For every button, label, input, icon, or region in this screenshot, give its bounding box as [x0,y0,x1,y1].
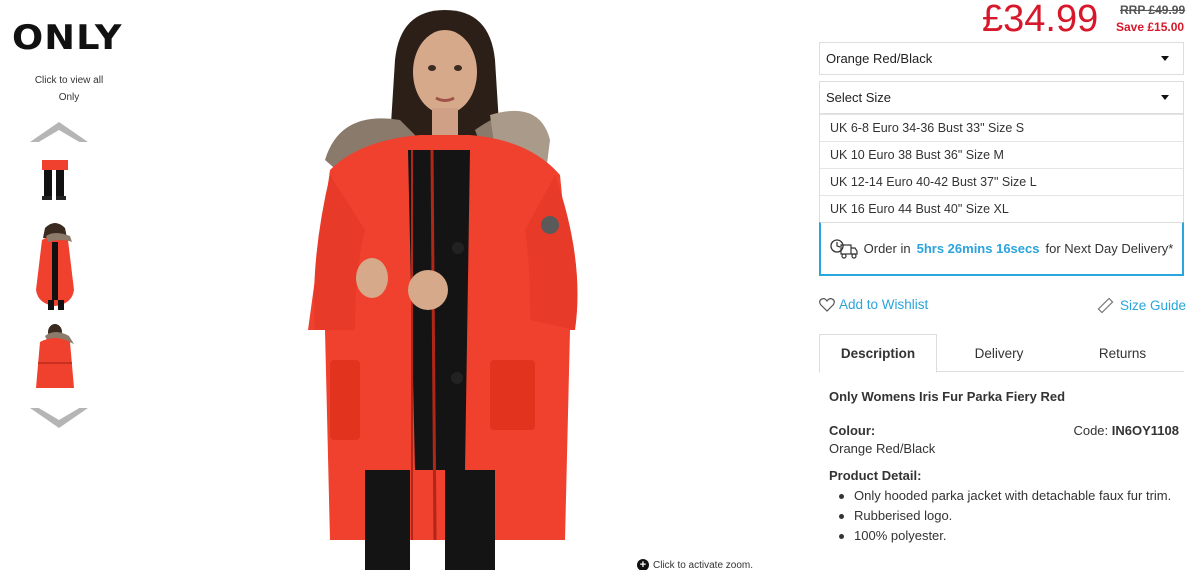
size-option[interactable]: UK 12-14 Euro 40-42 Bust 37" Size L [820,168,1183,195]
colour-code-row: Colour: Code: IN6OY1108 [829,423,1179,438]
size-select-value: Select Size [826,90,892,105]
heart-icon [819,297,835,312]
save-amount: Save £15.00 [1116,20,1185,34]
view-all-link[interactable]: Click to view all Only [10,72,128,106]
product-main-image[interactable] [300,0,590,570]
size-options-list: UK 6-8 Euro 34-36 Bust 33" Size S UK 10 … [819,114,1184,223]
tab-returns[interactable]: Returns [1061,334,1184,372]
colour-value: Orange Red/Black [829,441,936,456]
size-guide-label: Size Guide [1120,298,1187,313]
list-item: 100% polyester. [829,526,1179,546]
product-title: Only Womens Iris Fur Parka Fiery Red [829,389,1066,404]
delivery-truck-clock-icon [829,238,858,259]
thumbnail-1[interactable] [12,160,98,206]
product-tabs: Description Delivery Returns [819,334,1184,373]
product-detail-list: Only hooded parka jacket with detachable… [829,486,1179,546]
product-code: Code: IN6OY1108 [1073,423,1179,438]
code-value: IN6OY1108 [1111,423,1179,438]
thumbnail-scroll-up-icon[interactable] [30,122,88,143]
list-item: Rubberised logo. [829,506,1179,526]
thumbnail-back-image [36,324,74,388]
delivery-prefix: Order in [863,241,911,256]
colour-label: Colour: [829,423,876,438]
delivery-countdown-box: Order in 5hrs 26mins 16secs for Next Day… [819,222,1184,276]
size-guide-link[interactable]: Size Guide [1097,297,1186,314]
colour-select-value: Orange Red/Black [826,51,933,66]
add-to-wishlist-link[interactable]: Add to Wishlist [819,297,928,312]
description-panel: Only Womens Iris Fur Parka Fiery Red Col… [829,386,1179,546]
thumbnail-3[interactable] [12,322,98,392]
size-select[interactable]: Select Size [819,81,1184,114]
model-in-parka-image [308,10,578,570]
thumbnail-legs-image [42,160,68,200]
colour-select[interactable]: Orange Red/Black [819,42,1184,75]
zoom-hint-text: Click to activate zoom. [653,559,754,570]
chevron-down-icon [1161,95,1169,100]
zoom-hint[interactable]: + Click to activate zoom. [637,559,753,570]
list-item: Only hooded parka jacket with detachable… [829,486,1179,506]
ruler-icon [1097,297,1114,314]
tab-description[interactable]: Description [819,334,937,373]
code-label: Code: [1073,423,1109,438]
product-detail-title: Product Detail: [829,468,922,483]
brand-logo[interactable]: ONLY [12,18,123,58]
delivery-countdown: 5hrs 26mins 16secs [916,241,1040,256]
chevron-down-icon [1161,56,1169,61]
thumbnail-front-image [36,223,74,310]
delivery-suffix: for Next Day Delivery* [1045,241,1174,256]
zoom-plus-icon: + [637,559,649,570]
thumbnail-2[interactable] [12,220,98,310]
wishlist-label: Add to Wishlist [839,297,929,312]
price: £34.99 [982,0,1099,40]
view-all-brand: Only [58,92,80,103]
size-option[interactable]: UK 10 Euro 38 Bust 36" Size M [820,141,1183,168]
tab-delivery[interactable]: Delivery [937,334,1061,372]
view-all-label: Click to view all [34,75,104,86]
size-option[interactable]: UK 16 Euro 44 Bust 40" Size XL [820,195,1183,222]
rrp-price: RRP £49.99 [1120,3,1186,17]
size-option[interactable]: UK 6-8 Euro 34-36 Bust 33" Size S [820,114,1183,141]
thumbnail-scroll-down-icon[interactable] [30,407,88,428]
